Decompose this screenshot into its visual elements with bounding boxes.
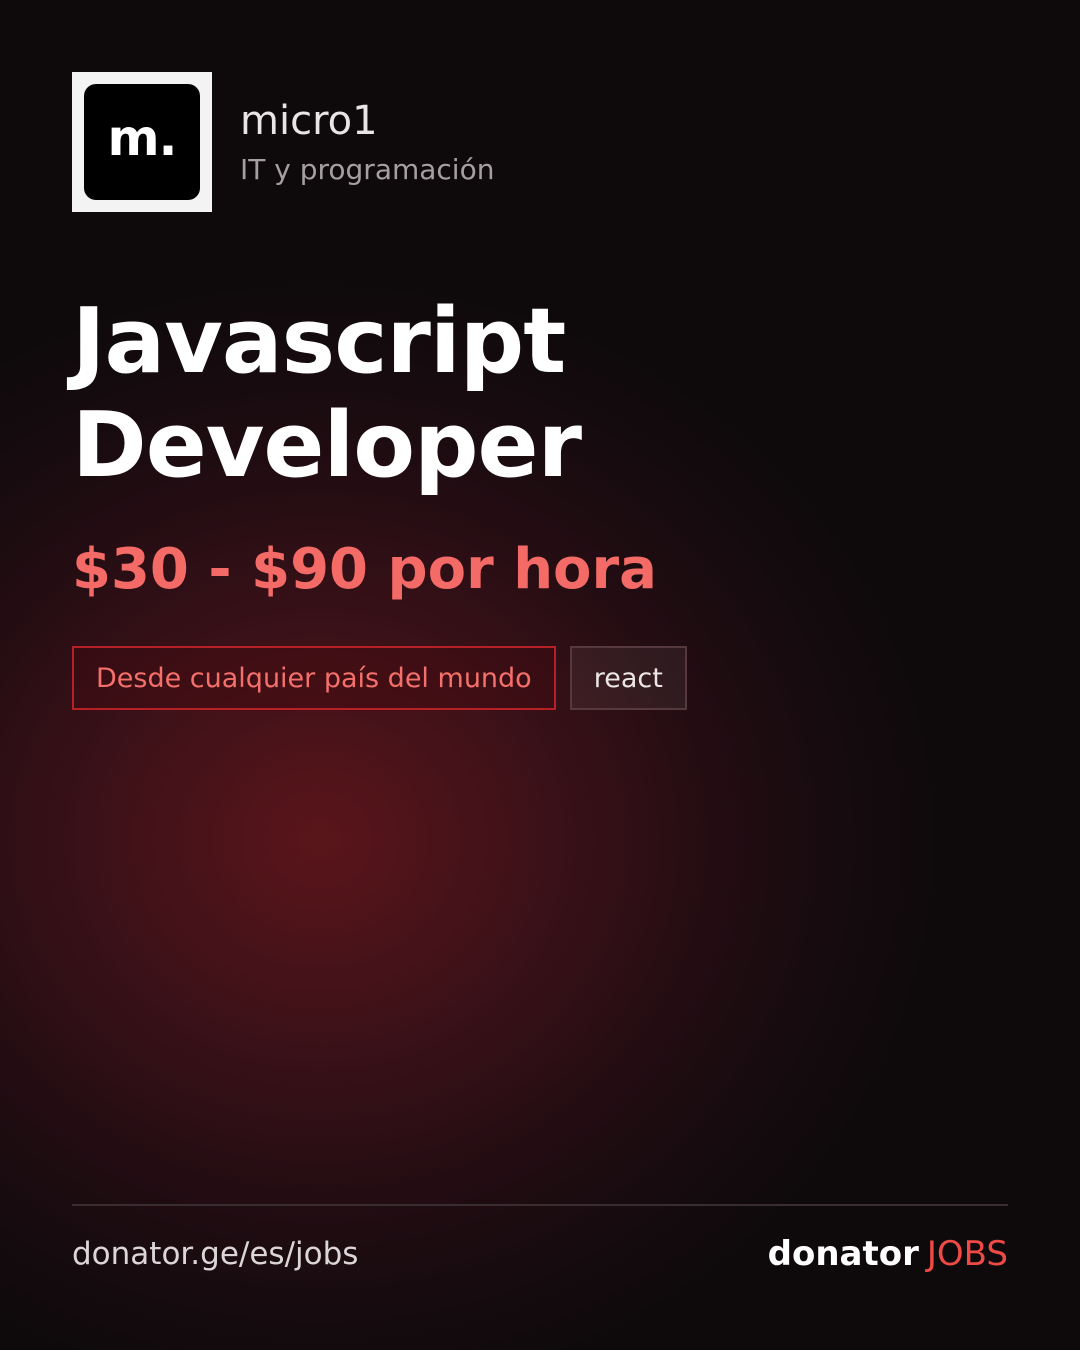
company-category: IT y programación (240, 153, 495, 187)
tag-location: Desde cualquier país del mundo (72, 646, 556, 710)
company-info: micro1 IT y programación (240, 97, 494, 187)
company-name: micro1 (240, 98, 378, 145)
tag-skill-react: react (569, 646, 687, 710)
salary-range: $30 - $90 por hora (72, 537, 657, 602)
job-title-line-2: Developer (72, 393, 582, 498)
job-title: Javascript Developer (72, 290, 972, 498)
footer-url: donator.ge/es/jobs (72, 1236, 359, 1272)
company-header: m. micro1 IT y programación (72, 72, 494, 212)
footer-divider (72, 1204, 1008, 1206)
job-title-line-1: Javascript (72, 289, 566, 394)
company-logo: m. (72, 72, 212, 212)
job-tags: Desde cualquier país del mundo react (72, 646, 687, 710)
brand-name: donator (767, 1234, 919, 1274)
brand-accent: JOBS (926, 1234, 1008, 1274)
company-logo-mark: m. (84, 84, 200, 200)
brand-logo: donator JOBS (768, 1234, 1008, 1275)
